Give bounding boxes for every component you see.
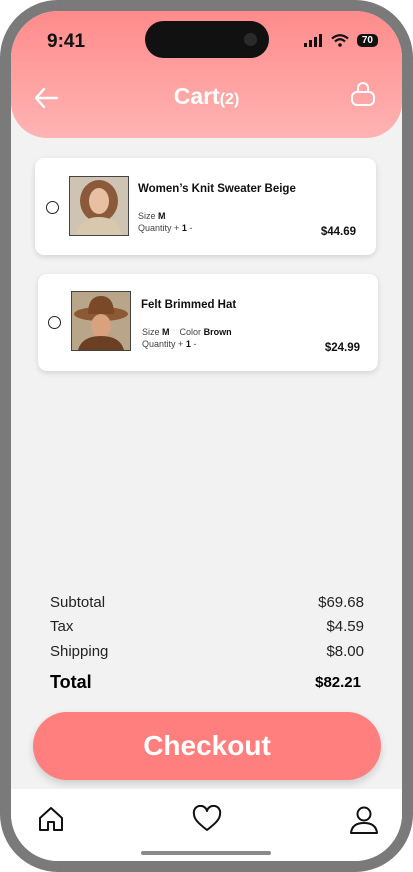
- wifi-icon: [331, 34, 349, 47]
- product-attributes: Size M Color Brown: [142, 327, 232, 337]
- subtotal-label: Subtotal: [50, 594, 106, 611]
- quantity-minus-button[interactable]: -: [193, 339, 196, 349]
- color-value: Brown: [203, 327, 232, 337]
- bottom-tab-bar: [11, 789, 402, 861]
- size-value: M: [162, 327, 170, 337]
- camera-icon: [244, 33, 257, 46]
- total-value: $82.21: [315, 674, 361, 691]
- cart-item[interactable]: Women’s Knit Sweater Beige Size M Quanti…: [35, 158, 376, 255]
- shipping-label: Shipping: [50, 643, 109, 660]
- checkout-button[interactable]: Checkout: [33, 712, 381, 780]
- product-size: Size M: [138, 211, 166, 221]
- product-name: Felt Brimmed Hat: [141, 299, 237, 311]
- total-label: Total: [50, 672, 92, 692]
- quantity-label: Quantity: [138, 223, 172, 233]
- quantity-stepper: Quantity + 1 -: [142, 339, 196, 349]
- quantity-label: Quantity: [142, 339, 176, 349]
- status-icons: 70: [303, 34, 378, 47]
- size-label: Size: [142, 327, 160, 337]
- product-price: $44.69: [320, 226, 356, 238]
- shopping-bag-icon[interactable]: [350, 81, 376, 107]
- dynamic-island: [145, 21, 269, 58]
- cart-item[interactable]: Felt Brimmed Hat Size M Color Brown Quan…: [38, 274, 378, 371]
- size-label: Size: [138, 211, 156, 221]
- quantity-value: 1: [181, 223, 187, 233]
- subtotal-value: $69.68: [318, 594, 364, 611]
- quantity-plus-button[interactable]: +: [174, 223, 179, 233]
- heart-icon[interactable]: [192, 805, 222, 833]
- page-title-text: Cart: [173, 83, 220, 109]
- tax-label: Tax: [50, 618, 74, 635]
- cart-count: (2): [219, 91, 240, 108]
- total-row: Total $82.21: [50, 672, 364, 693]
- color-label: Color: [179, 327, 202, 337]
- size-value: M: [158, 211, 166, 221]
- product-price: $24.99: [324, 342, 360, 354]
- product-image-hat: [71, 291, 131, 351]
- select-item-radio[interactable]: [46, 201, 59, 214]
- signal-icon: [303, 34, 322, 47]
- quantity-minus-button[interactable]: -: [189, 223, 192, 233]
- phone-frame: 9:41 70 Cart(2) Women’s Knit Sweater Bei…: [0, 0, 413, 872]
- page-title: Cart(2): [11, 83, 402, 110]
- select-item-radio[interactable]: [48, 316, 61, 329]
- status-time: 9:41: [47, 31, 86, 52]
- header: 9:41 70 Cart(2): [11, 11, 402, 138]
- product-name: Women’s Knit Sweater Beige: [138, 183, 296, 195]
- shipping-value: $8.00: [326, 643, 364, 660]
- tax-row: Tax $4.59: [50, 618, 364, 635]
- profile-icon[interactable]: [349, 805, 379, 835]
- battery-indicator: 70: [356, 34, 378, 47]
- shipping-row: Shipping $8.00: [50, 643, 364, 660]
- home-icon[interactable]: [37, 805, 65, 833]
- quantity-stepper: Quantity + 1 -: [138, 223, 192, 233]
- subtotal-row: Subtotal $69.68: [50, 594, 364, 611]
- quantity-plus-button[interactable]: +: [178, 339, 183, 349]
- tax-value: $4.59: [326, 618, 364, 635]
- quantity-value: 1: [185, 339, 191, 349]
- home-indicator: [141, 851, 271, 855]
- product-image-sweater: [69, 176, 129, 236]
